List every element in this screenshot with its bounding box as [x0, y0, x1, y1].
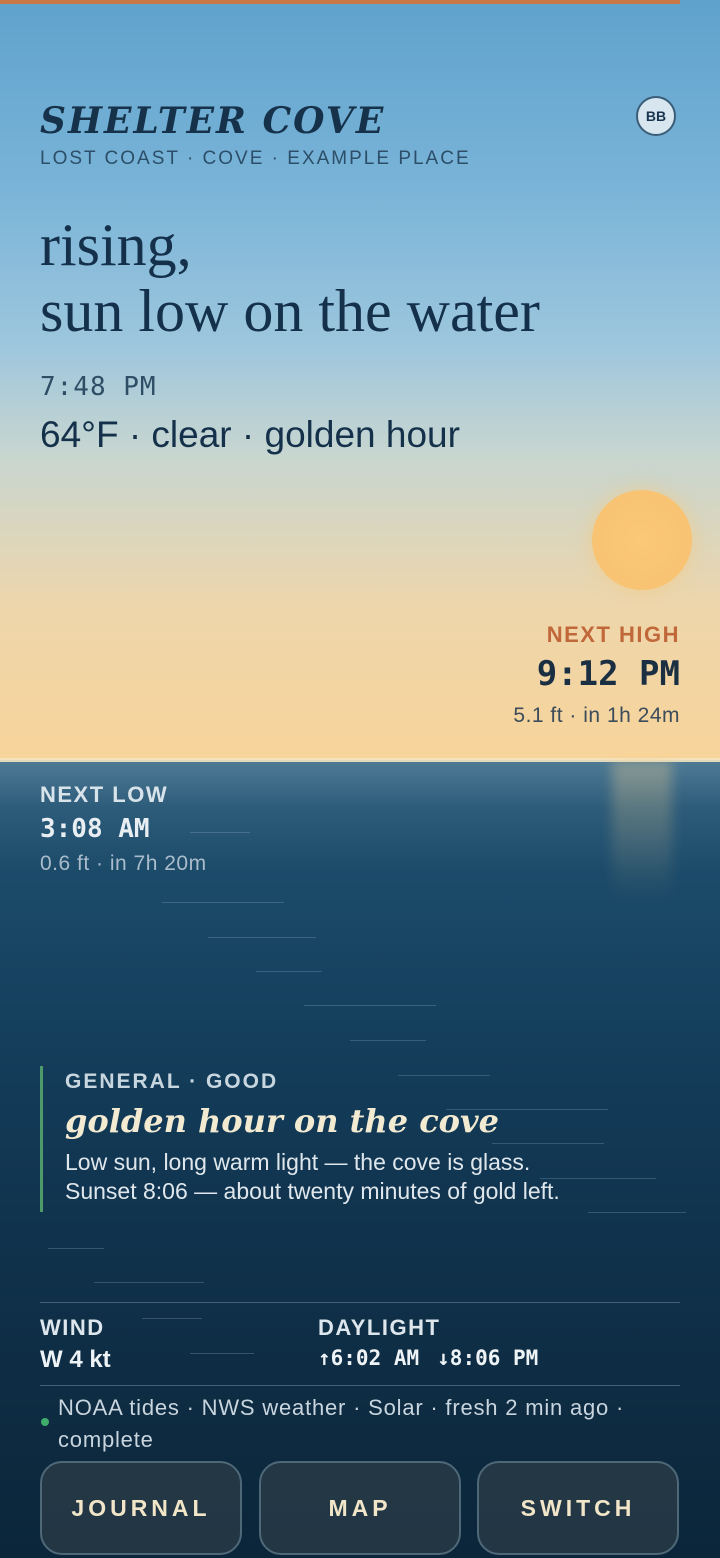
- advisory-card: GENERAL · GOOD golden hour on the cove L…: [40, 1066, 680, 1212]
- advisory-title: golden hour on the cove: [65, 1102, 499, 1140]
- next-high-label: NEXT HIGH: [546, 622, 680, 647]
- water-ripple: [142, 1318, 202, 1319]
- switch-button[interactable]: SWITCH: [477, 1461, 679, 1555]
- next-low-tide: NEXT LOW 3:08 AM 0.6 ft · in 7h 20m: [40, 782, 207, 876]
- wind-value: W 4 kt: [40, 1346, 111, 1373]
- status-dot-icon: [41, 1418, 49, 1426]
- advisory-line-1: Low sun, long warm light — the cove is g…: [65, 1149, 531, 1175]
- avatar[interactable]: BB: [636, 96, 676, 136]
- progress-bar: [0, 0, 680, 4]
- water-ripple: [304, 1005, 436, 1006]
- water-ripple: [48, 1248, 104, 1249]
- next-high-tide: NEXT HIGH 9:12 PM 5.1 ft · in 1h 24m: [513, 622, 680, 728]
- next-high-time: 9:12 PM: [536, 654, 680, 694]
- divider: [40, 1302, 680, 1303]
- next-low-detail: 0.6 ft · in 7h 20m: [40, 852, 207, 875]
- daylight-label: DAYLIGHT: [318, 1315, 441, 1340]
- water-ripple: [94, 1282, 204, 1283]
- headline-line-2: sun low on the water: [40, 278, 540, 344]
- current-conditions: 64°F · clear · golden hour: [40, 414, 460, 455]
- water-ripple: [162, 902, 284, 903]
- divider: [40, 1385, 680, 1386]
- data-sources-status: NOAA tides · NWS weather · Solar · fresh…: [58, 1395, 625, 1452]
- water-ripple: [588, 1212, 686, 1213]
- water-ripple: [256, 971, 322, 972]
- headline-line-1: rising,: [40, 212, 192, 278]
- water-ripple: [208, 937, 316, 938]
- place-subtitle: LOST COAST · COVE · EXAMPLE PLACE: [40, 148, 471, 169]
- sunrise-time: ↑6:02 AM: [318, 1346, 420, 1370]
- app-screen: SHELTER COVE LOST COAST · COVE · EXAMPLE…: [0, 0, 720, 1558]
- current-time: 7:48 PM: [40, 372, 157, 402]
- headline: rising, sun low on the water: [40, 212, 680, 344]
- journal-button[interactable]: JOURNAL: [40, 1461, 242, 1555]
- next-low-label: NEXT LOW: [40, 782, 169, 807]
- next-high-detail: 5.1 ft · in 1h 24m: [513, 704, 680, 727]
- advisory-tag: GENERAL · GOOD: [65, 1070, 279, 1093]
- sunset-time: ↓8:06 PM: [437, 1346, 539, 1370]
- sun-icon: [592, 490, 692, 590]
- water-ripple: [190, 1353, 254, 1354]
- advisory-body: Low sun, long warm light — the cove is g…: [65, 1148, 680, 1206]
- daylight-value: ↑6:02 AM ↓8:06 PM: [318, 1346, 556, 1370]
- next-low-time: 3:08 AM: [40, 814, 150, 844]
- sun-reflection: [612, 760, 672, 900]
- map-button[interactable]: MAP: [259, 1461, 461, 1555]
- advisory-line-2: Sunset 8:06 — about twenty minutes of go…: [65, 1178, 560, 1204]
- place-name: SHELTER COVE: [40, 100, 386, 142]
- water-ripple: [350, 1040, 426, 1041]
- wind-label: WIND: [40, 1315, 105, 1340]
